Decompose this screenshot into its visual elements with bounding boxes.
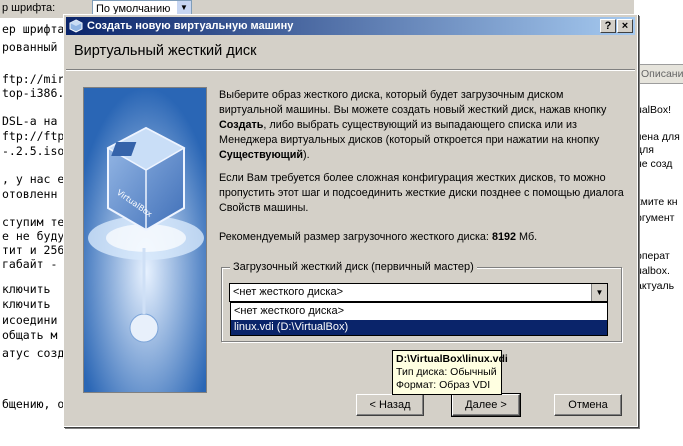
tooltip-disk-type: Тип диска: Обычный: [396, 366, 497, 378]
recommended-size: Рекомендуемый размер загрузочного жестко…: [219, 230, 624, 245]
background-help-panel: Описание ualBox! чена длядля не созд кмите к…: [634, 0, 683, 445]
dropdown-option-linux-vdi[interactable]: linux.vdi (D:\VirtualBox): [231, 320, 607, 335]
advanced-paragraph: Если Вам требуется более сложная конфигу…: [219, 172, 624, 214]
background-text-line: ftp://ftp.: [2, 129, 72, 143]
cancel-button[interactable]: Отмена: [554, 394, 622, 416]
background-text-line: тит и 256: [2, 243, 65, 257]
help-text-line: чена для: [636, 131, 680, 143]
dropdown-option-none[interactable]: <нет жесткого диска>: [231, 304, 607, 319]
next-button[interactable]: Далее >: [451, 393, 521, 417]
help-text-line: ualBox!: [636, 104, 672, 116]
boot-disk-dropdown: <нет жесткого диска> linux.vdi (D:\Virtu…: [230, 302, 608, 336]
chevron-down-icon[interactable]: ▼: [177, 1, 191, 15]
recommended-value: 8192: [491, 231, 516, 243]
help-button[interactable]: ?: [600, 19, 616, 33]
tooltip-disk-format: Формат: Образ VDI: [396, 379, 491, 391]
tab-description[interactable]: Описание: [634, 64, 683, 84]
background-text-line: ер шрифта: [2, 22, 65, 36]
virtualbox-app-icon: [69, 19, 83, 33]
background-text-line: общать м: [2, 328, 58, 342]
wizard-illustration: VirtualBox: [83, 87, 207, 393]
background-text-line: ступим те: [2, 215, 65, 229]
header-divider: [66, 69, 635, 71]
window-title: Создать новую виртуальную машину: [87, 20, 294, 32]
boot-disk-combo-value: <нет жесткого диска>: [233, 286, 344, 298]
intro-text-c: , либо выбрать существующий из выпадающе…: [219, 119, 600, 146]
help-text-line: кмите кн: [636, 196, 678, 208]
help-text-line: актуаль: [636, 280, 675, 292]
recommended-unit: Мб.: [515, 231, 538, 243]
wizard-header: Виртуальный жесткий диск: [66, 37, 635, 69]
boot-disk-combo[interactable]: <нет жесткого диска> ▼: [229, 283, 608, 302]
background-text-line: габайт - м: [2, 257, 72, 271]
intro-create-word: Создать: [219, 119, 264, 131]
page-title: Виртуальный жесткий диск: [74, 43, 257, 59]
help-text-line: ualbox.: [636, 265, 670, 277]
chevron-down-icon[interactable]: ▼: [591, 284, 607, 301]
background-text-line: , у нас ес: [2, 172, 72, 186]
help-text-line: не созд: [636, 158, 673, 170]
help-text-line: для: [636, 144, 654, 156]
intro-paragraph: Выберите образ жесткого диска, который б…: [219, 88, 624, 163]
help-text-line: ргумент: [636, 212, 675, 224]
background-text-line: е не буду: [2, 229, 65, 243]
tooltip-path: D:\VirtualBox\linux.vdi: [396, 353, 508, 365]
help-text-line: операт: [636, 250, 670, 262]
background-text-line: отовленн: [2, 187, 58, 201]
background-text-line: ключить: [2, 297, 51, 311]
background-text-line: DSL-а на: [2, 114, 58, 128]
background-text-line: исоедини: [2, 313, 58, 327]
background-text-line: рованный с: [2, 40, 72, 54]
close-button[interactable]: ×: [617, 19, 633, 33]
intro-text-e: ).: [303, 149, 310, 161]
wizard-dialog: Создать новую виртуальную машину ? × Вир…: [63, 14, 638, 427]
recommended-label: Рекомендуемый размер загрузочного жестко…: [219, 231, 492, 243]
font-label: р шрифта:: [2, 2, 56, 14]
intro-existing-word: Существующий: [219, 149, 304, 161]
boot-disk-group-label: Загрузочный жесткий диск (первичный маст…: [230, 261, 477, 273]
intro-text-a: Выберите образ жесткого диска, который б…: [219, 89, 607, 116]
background-text-line: ключить: [2, 282, 51, 296]
back-button[interactable]: < Назад: [356, 394, 424, 416]
background-text-line: бщению, о: [2, 397, 65, 411]
title-bar[interactable]: Создать новую виртуальную машину ? ×: [66, 17, 635, 35]
background-text-line: top-i386.i: [2, 86, 72, 100]
disk-tooltip: D:\VirtualBox\linux.vdi Тип диска: Обычн…: [392, 350, 508, 395]
background-text-line: атус созд: [2, 346, 65, 360]
